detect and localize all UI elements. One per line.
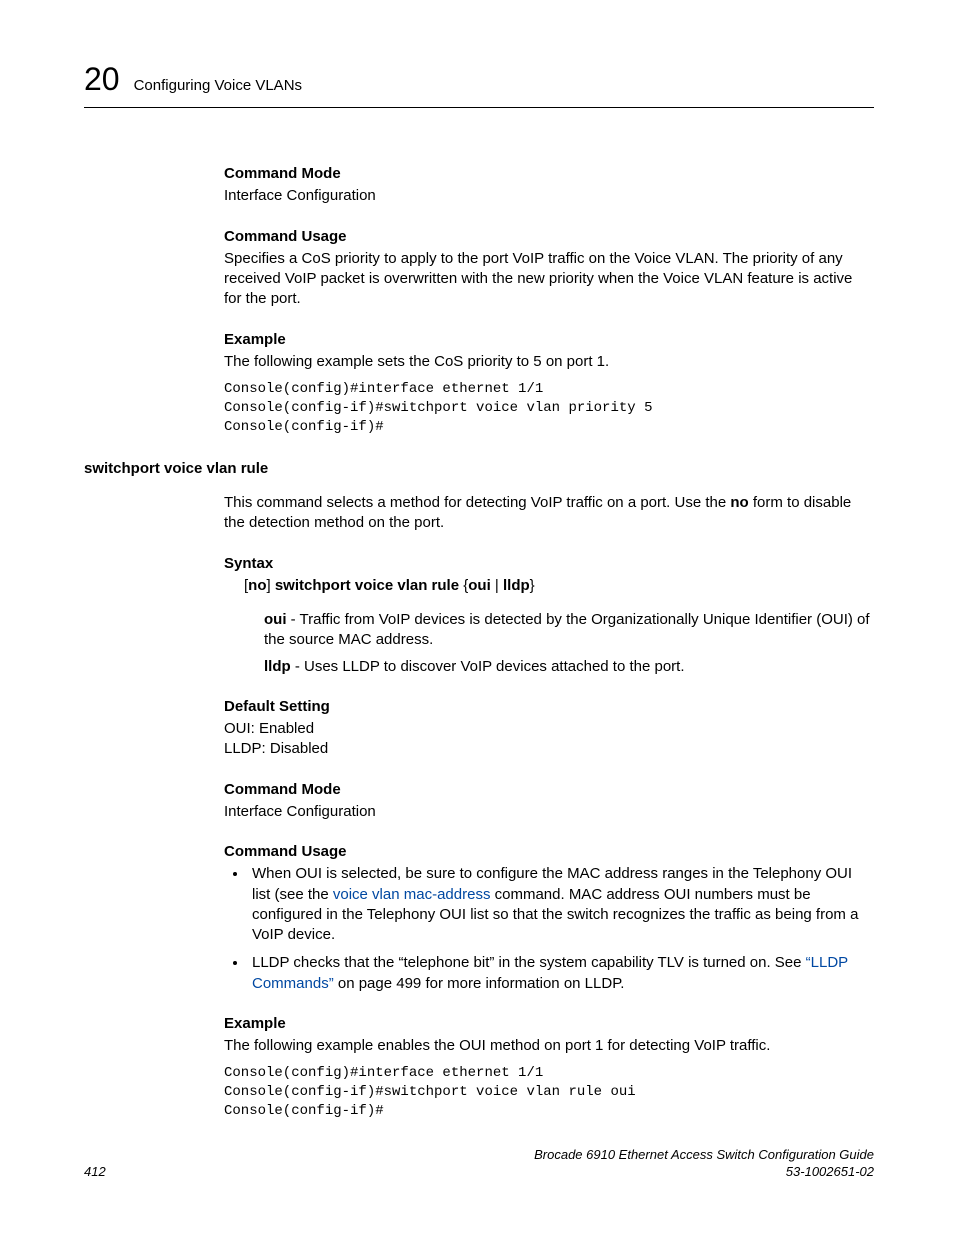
desc-pre: This command selects a method for detect… bbox=[224, 494, 730, 511]
code-block-rule-example: Console(config)#interface ethernet 1/1 C… bbox=[224, 1064, 874, 1121]
text-example-intro: The following example sets the CoS prior… bbox=[224, 352, 874, 372]
syntax-line: [no] switchport voice vlan rule {oui | l… bbox=[244, 576, 874, 596]
footer-doc-title: Brocade 6910 Ethernet Access Switch Conf… bbox=[534, 1146, 874, 1164]
default-oui: OUI: Enabled bbox=[224, 719, 874, 739]
param-oui-text: - Traffic from VoIP devices is detected … bbox=[264, 611, 870, 648]
param-lldp-label: lldp bbox=[264, 658, 291, 675]
xref-voice-vlan-mac-address[interactable]: voice vlan mac-address bbox=[333, 886, 491, 903]
syntax-command: switchport voice vlan rule bbox=[275, 577, 459, 594]
bullet2-pre: LLDP checks that the “telephone bit” in … bbox=[252, 954, 806, 971]
section-priority: Command Mode Interface Configuration Com… bbox=[224, 164, 874, 437]
syntax-no: no bbox=[248, 577, 266, 594]
heading-syntax: Syntax bbox=[224, 554, 874, 574]
section-rule: This command selects a method for detect… bbox=[224, 493, 874, 1121]
param-oui-label: oui bbox=[264, 611, 287, 628]
param-lldp-text: - Uses LLDP to discover VoIP devices att… bbox=[291, 658, 685, 675]
heading-command-usage: Command Usage bbox=[224, 227, 874, 247]
desc-no-keyword: no bbox=[730, 494, 748, 511]
code-block-priority-example: Console(config)#interface ethernet 1/1 C… bbox=[224, 380, 874, 437]
syntax-lldp: lldp bbox=[503, 577, 530, 594]
usage-bullet-2: LLDP checks that the “telephone bit” in … bbox=[248, 953, 874, 994]
usage-bullet-1: When OUI is selected, be sure to configu… bbox=[248, 864, 874, 945]
chapter-title: Configuring Voice VLANs bbox=[134, 76, 302, 96]
footer-doc-info: Brocade 6910 Ethernet Access Switch Conf… bbox=[534, 1146, 874, 1181]
syntax-brace-close: } bbox=[530, 577, 535, 594]
command-name-switchport-voice-vlan-rule: switchport voice vlan rule bbox=[84, 459, 874, 479]
bullet2-post: on page 499 for more information on LLDP… bbox=[334, 975, 625, 992]
heading-example-2: Example bbox=[224, 1014, 874, 1034]
text-command-mode-2: Interface Configuration bbox=[224, 802, 874, 822]
heading-default-setting: Default Setting bbox=[224, 697, 874, 717]
syntax-bracket-close-square: ] bbox=[267, 577, 275, 594]
heading-command-mode-2: Command Mode bbox=[224, 780, 874, 800]
footer-doc-id: 53-1002651-02 bbox=[534, 1163, 874, 1181]
text-command-usage: Specifies a CoS priority to apply to the… bbox=[224, 249, 874, 310]
syntax-pipe: | bbox=[491, 577, 503, 594]
page-header: 20 Configuring Voice VLANs bbox=[84, 58, 874, 108]
text-example-intro-2: The following example enables the OUI me… bbox=[224, 1036, 874, 1056]
param-lldp: lldp - Uses LLDP to discover VoIP device… bbox=[264, 657, 874, 677]
page: 20 Configuring Voice VLANs Command Mode … bbox=[0, 0, 954, 1235]
default-lldp: LLDP: Disabled bbox=[224, 739, 874, 759]
syntax-oui: oui bbox=[468, 577, 491, 594]
param-oui: oui - Traffic from VoIP devices is detec… bbox=[264, 610, 874, 651]
text-command-mode: Interface Configuration bbox=[224, 186, 874, 206]
chapter-number: 20 bbox=[84, 58, 120, 101]
heading-command-usage-2: Command Usage bbox=[224, 842, 874, 862]
heading-command-mode: Command Mode bbox=[224, 164, 874, 184]
heading-example: Example bbox=[224, 330, 874, 350]
syntax-brace-open: { bbox=[459, 577, 468, 594]
text-rule-description: This command selects a method for detect… bbox=[224, 493, 874, 534]
footer-page-number: 412 bbox=[84, 1163, 106, 1181]
page-footer: 412 Brocade 6910 Ethernet Access Switch … bbox=[84, 1146, 874, 1181]
usage-bullet-list: When OUI is selected, be sure to configu… bbox=[224, 864, 874, 994]
